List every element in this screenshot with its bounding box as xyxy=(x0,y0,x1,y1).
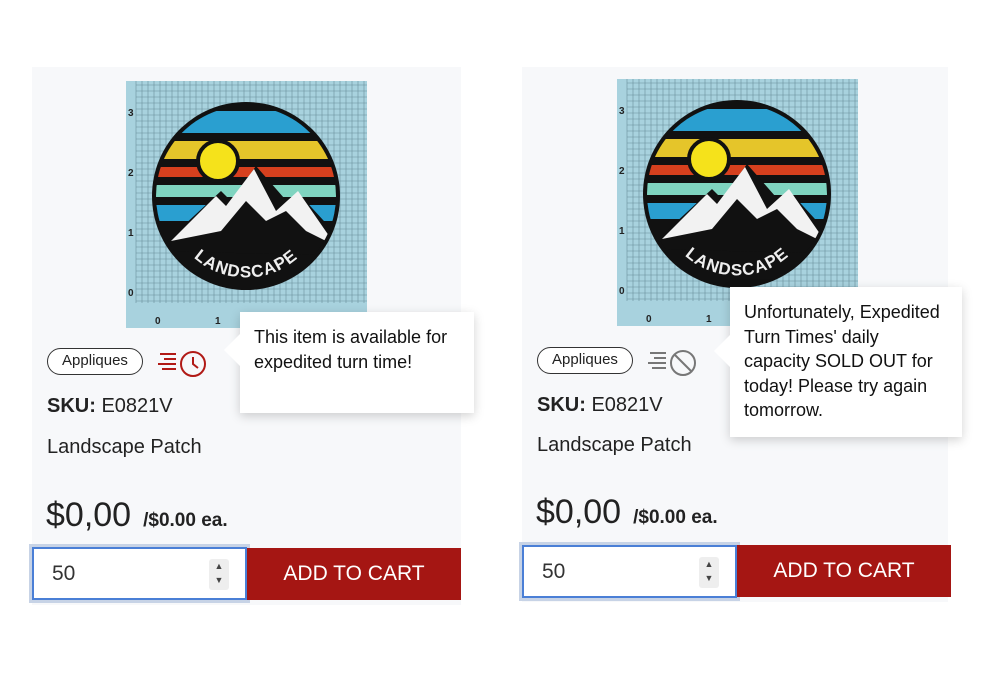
product-image[interactable]: 01230 1 LANDSCAPE xyxy=(126,81,367,328)
sku: SKU: E0821V xyxy=(47,395,173,418)
product-title[interactable]: Landscape Patch xyxy=(537,434,692,457)
price: $0,00 /$0.00 ea. xyxy=(46,496,228,535)
quantity-stepper[interactable]: ▲ ▼ xyxy=(699,557,719,588)
ruler-label: 1 xyxy=(215,316,221,327)
category-tag[interactable]: Appliques xyxy=(47,348,143,375)
category-tag[interactable]: Appliques xyxy=(537,347,633,374)
ruler-label: 0 xyxy=(646,314,652,325)
sku-label: SKU: xyxy=(47,395,96,417)
sku: SKU: E0821V xyxy=(537,394,663,417)
ruler-label: 1 xyxy=(619,226,625,237)
ruler-label: 3 xyxy=(619,106,625,117)
expedite-tooltip: Unfortunately, Expedited Turn Times' dai… xyxy=(714,287,962,437)
ruler-label: 2 xyxy=(128,168,134,179)
quantity-input[interactable]: ▲▼ xyxy=(29,544,250,603)
expedited-unavailable-icon[interactable] xyxy=(646,347,698,377)
ruler-label: 0 xyxy=(619,286,625,297)
ruler-label: 0 xyxy=(128,288,134,299)
unit-price: /$0.00 ea. xyxy=(633,507,718,528)
ruler-label: 1 xyxy=(128,228,134,239)
price: $0,00 /$0.00 ea. xyxy=(536,493,718,532)
quantity-field[interactable] xyxy=(540,559,694,585)
ruler-label: 0 xyxy=(155,316,161,327)
quantity-stepper[interactable]: ▲ ▼ xyxy=(209,559,229,590)
ruler-label: 3 xyxy=(128,108,134,119)
total-price: $0,00 xyxy=(536,493,622,531)
total-price: $0,00 xyxy=(46,496,132,534)
ruler-label: 2 xyxy=(619,166,625,177)
add-to-cart-button[interactable]: ADD TO CART xyxy=(737,545,951,597)
product-title[interactable]: Landscape Patch xyxy=(47,436,202,459)
add-to-cart-button[interactable]: ADD TO CART xyxy=(247,548,461,600)
quantity-field[interactable] xyxy=(50,561,204,587)
quantity-input[interactable]: ▲▼ xyxy=(519,542,740,601)
unit-price: /$0.00 ea. xyxy=(143,510,228,531)
sku-label: SKU: xyxy=(537,394,586,416)
sku-value: E0821V xyxy=(591,394,663,416)
expedited-clock-icon[interactable] xyxy=(156,348,208,378)
ruler-label: 1 xyxy=(706,314,712,325)
sku-value: E0821V xyxy=(101,395,173,417)
expedite-tooltip: This item is available for expedited tur… xyxy=(224,312,474,413)
